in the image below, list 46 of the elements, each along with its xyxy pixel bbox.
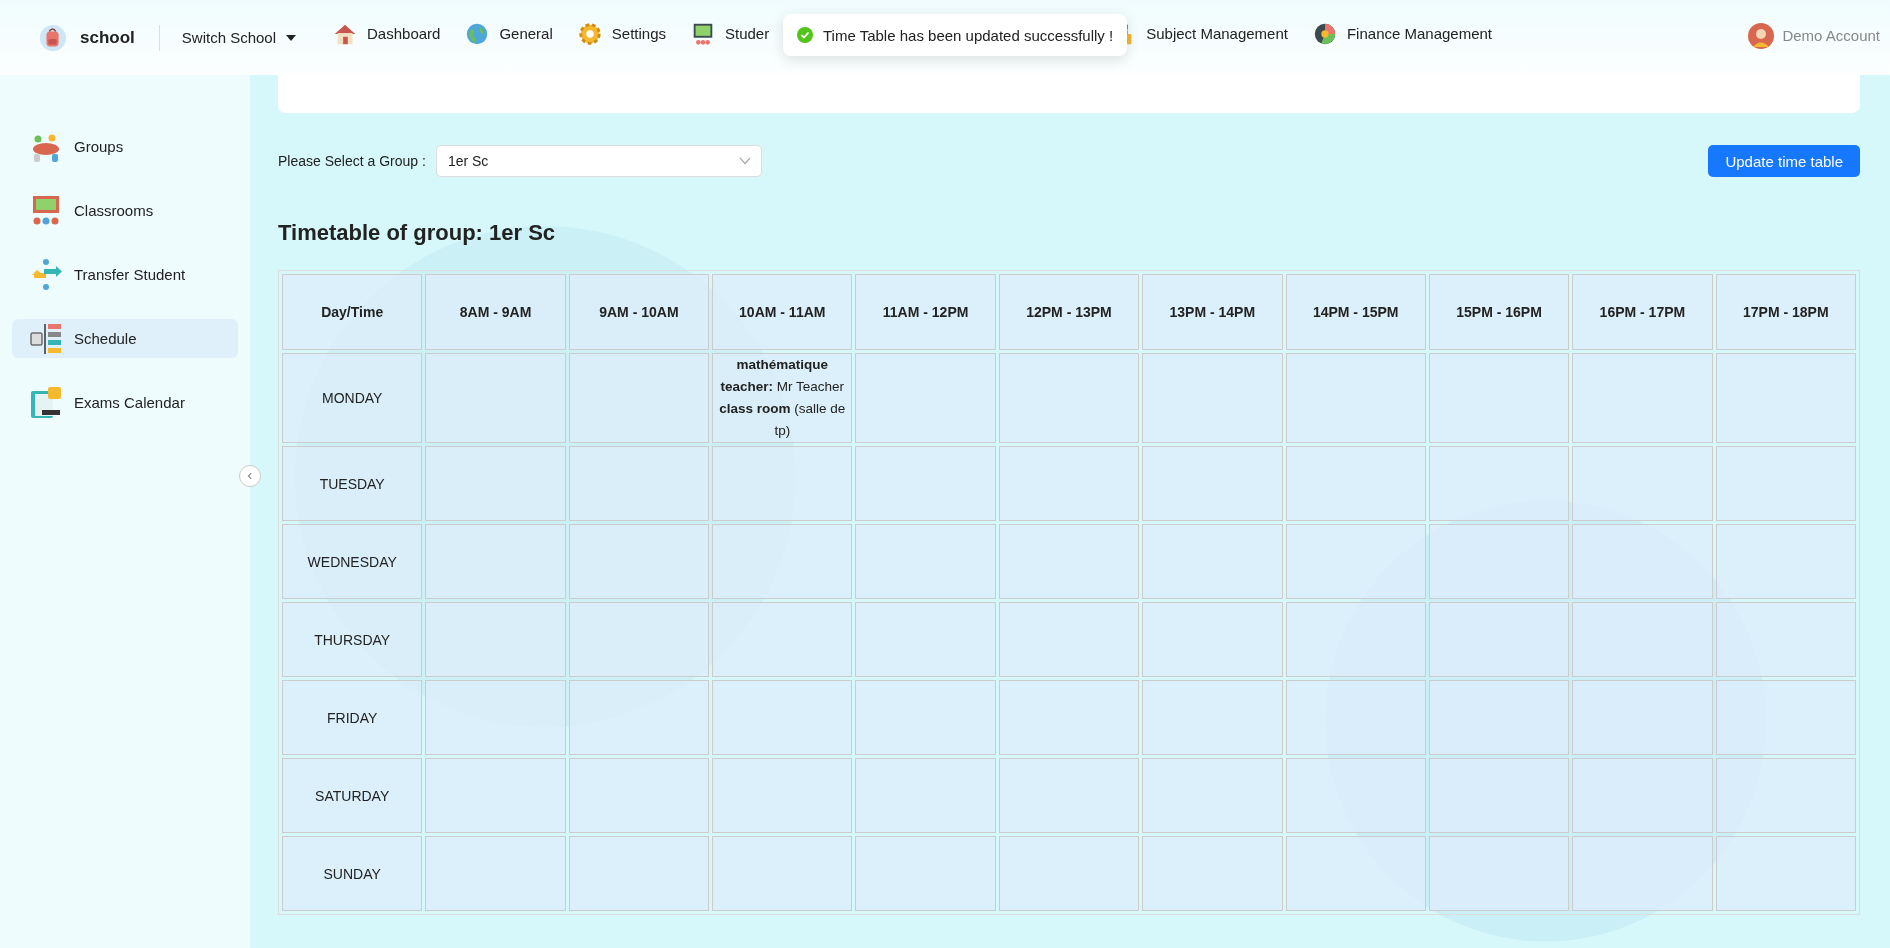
column-header: 10AM - 11AM xyxy=(712,274,853,350)
chevron-left-icon xyxy=(246,472,254,480)
sidebar-item[interactable]: Classrooms xyxy=(12,191,238,230)
nav-link[interactable]: Settings xyxy=(576,20,666,47)
exam-icon xyxy=(28,384,64,421)
timetable-title: Timetable of group: 1er Sc xyxy=(278,220,557,246)
toast-message: Time Table has been updated successfully ! xyxy=(823,26,1114,44)
day-cell: THURSDAY xyxy=(282,602,423,677)
day-cell: TUESDAY xyxy=(282,446,423,521)
sidebar-item[interactable]: Transfer Student xyxy=(12,255,238,294)
day-cell: WEDNESDAY xyxy=(282,524,423,599)
group-select-label: Please Select a Group : xyxy=(278,153,426,169)
day-cell: SATURDAY xyxy=(282,758,423,833)
backpack-logo-icon xyxy=(38,22,68,53)
lesson-entry: mathématique teacher: Mr Teacher class room (salle de tp) xyxy=(718,356,847,440)
column-header: 12PM - 13PM xyxy=(998,274,1140,350)
column-header: 17PM - 18PM xyxy=(1715,274,1856,350)
column-header: 11AM - 12PM xyxy=(855,274,996,350)
update-time-table-button[interactable]: Update time table xyxy=(1708,145,1860,177)
nav-link[interactable]: General xyxy=(464,20,553,47)
chevron-down-icon xyxy=(738,157,751,165)
sidebar-item[interactable]: Groups xyxy=(12,127,238,166)
column-header: Day/Time xyxy=(282,274,423,350)
account-name[interactable]: Demo Account xyxy=(1782,27,1880,44)
nav-link[interactable]: Finance Management xyxy=(1311,20,1493,47)
day-cell: MONDAY xyxy=(282,353,423,443)
column-header: 13PM - 14PM xyxy=(1142,274,1283,350)
brand-name: school xyxy=(80,27,135,48)
gear-icon xyxy=(576,20,603,47)
switch-school-dropdown[interactable]: Switch School xyxy=(181,29,296,46)
column-header: 15PM - 16PM xyxy=(1428,274,1570,350)
nav-link[interactable]: Dashboard xyxy=(332,20,441,47)
group-select[interactable]: 1er Sc xyxy=(435,145,762,177)
column-header: 9AM - 10AM xyxy=(568,274,710,350)
sidebar-item[interactable]: Exams Calendar xyxy=(12,383,238,422)
column-header: 14PM - 15PM xyxy=(1285,274,1426,350)
check-circle-icon xyxy=(797,27,813,43)
day-cell: FRIDAY xyxy=(282,680,423,755)
day-cell: SUNDAY xyxy=(282,836,423,911)
avatar-icon xyxy=(1748,22,1775,49)
nav-link[interactable]: Studer xyxy=(690,20,770,47)
column-header: 8AM - 9AM xyxy=(425,274,566,350)
sidebar-item[interactable]: Schedule xyxy=(12,319,238,358)
column-header: 16PM - 17PM xyxy=(1572,274,1713,350)
caret-icon xyxy=(286,34,296,41)
collapse-sidebar-button[interactable] xyxy=(239,465,261,487)
